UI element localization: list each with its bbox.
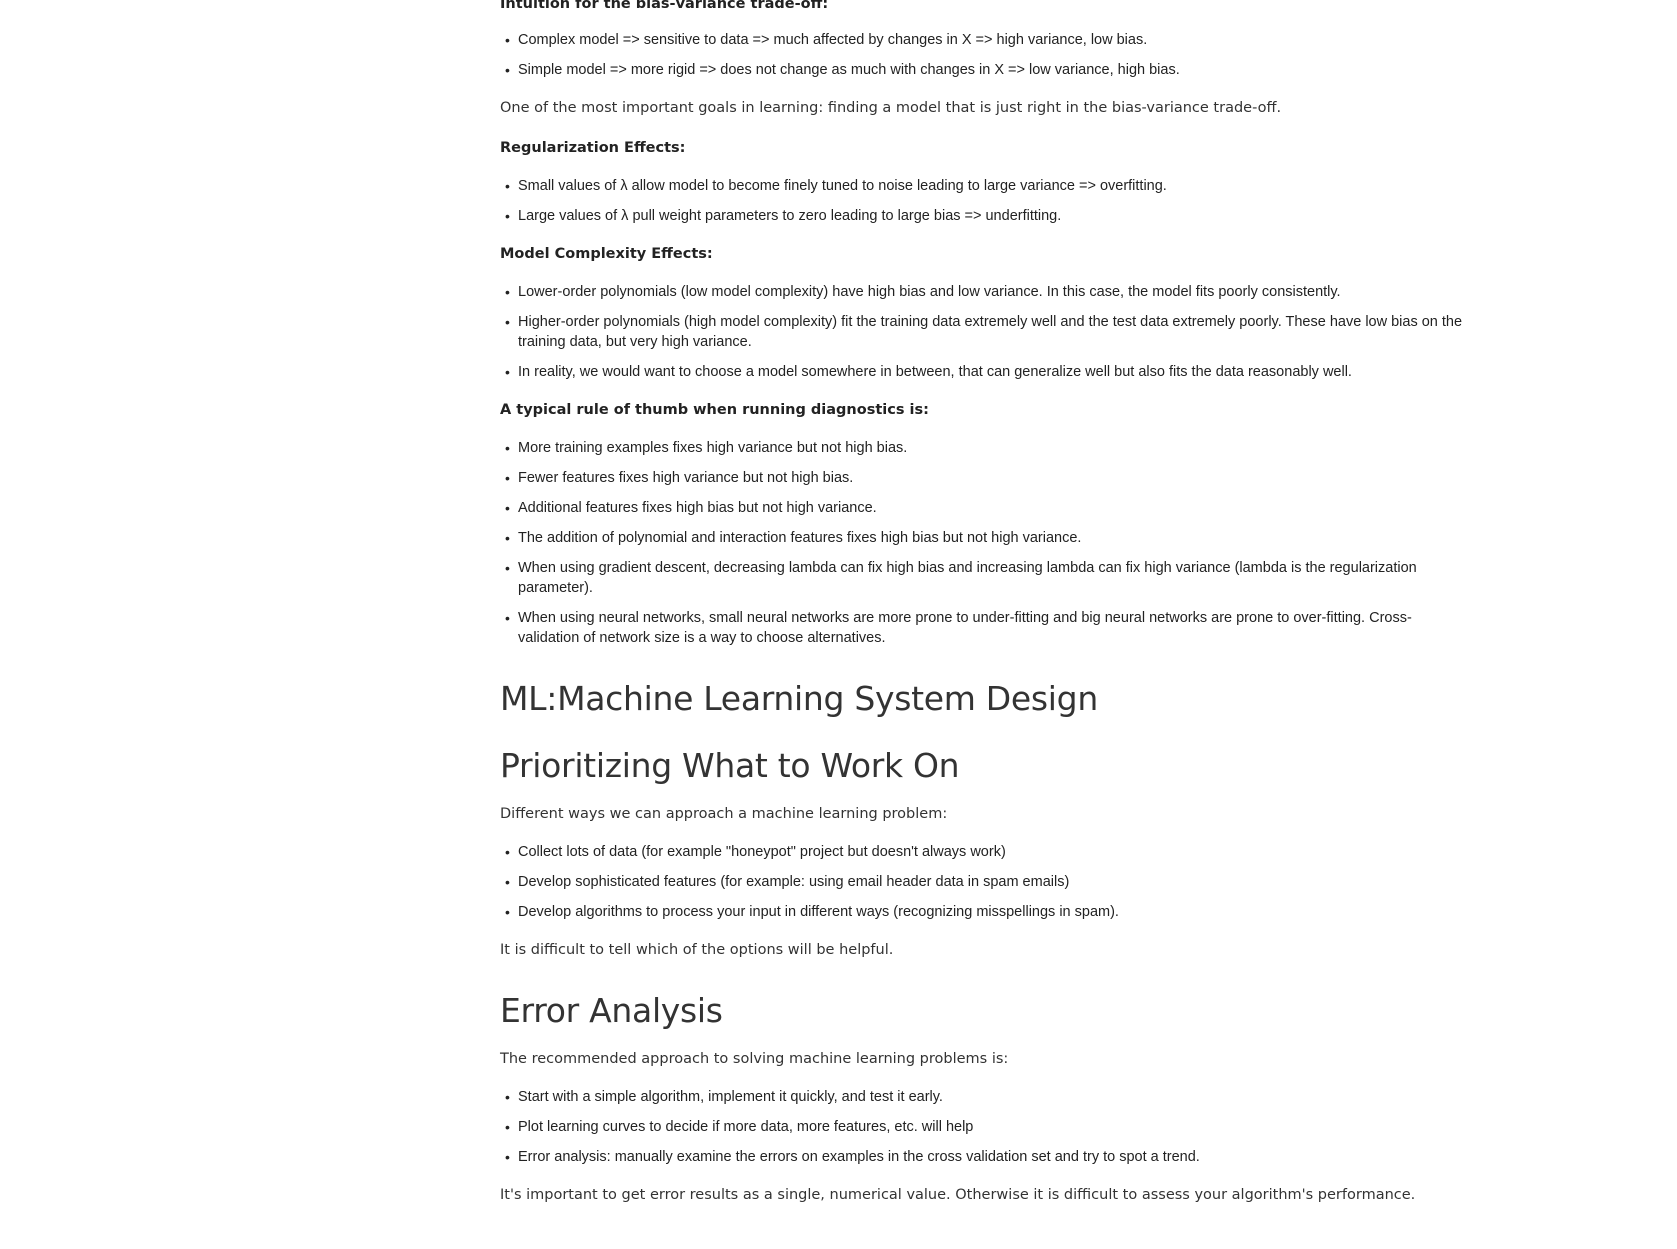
bullet-icon: •	[505, 62, 510, 78]
bullet-icon: •	[505, 1149, 510, 1165]
list-item: • Simple model => more rigid => does not …	[505, 62, 1180, 78]
bias-variance-heading: Intuition for the bias-variance trade-of…	[500, 0, 829, 12]
list-item: • Small values of λ allow model to become…	[505, 178, 1167, 194]
list-item: • Plot learning curves to decide if more …	[505, 1119, 974, 1135]
list-item: • Error analysis: manually examine the er…	[505, 1149, 1200, 1165]
bullet-icon: •	[505, 470, 510, 486]
prioritizing-list: • Collect lots of data (for example "hone…	[500, 842, 1470, 922]
bullet-icon: •	[505, 1089, 510, 1105]
error-analysis-intro: The recommended approach to solving mach…	[500, 1051, 1009, 1067]
prioritizing-note: It is difficult to tell which of the opt…	[500, 942, 894, 958]
bullet-icon: •	[505, 314, 510, 330]
error-analysis-title: Error Analysis	[500, 991, 723, 1030]
list-item: • Collect lots of data (for example "hone…	[505, 844, 1006, 860]
list-item: • Additional features fixes high bias but…	[505, 500, 877, 516]
list-item: • The addition of polynomial and interact…	[505, 530, 1082, 546]
system-design-title: ML:Machine Learning System Design	[500, 679, 1098, 718]
bullet-icon: •	[505, 500, 510, 516]
bullet-icon: •	[505, 32, 510, 48]
article-content: Intuition for the bias-variance trade-of…	[500, 0, 1470, 1207]
error-analysis-list: • Start with a simple algorithm, implemen…	[500, 1087, 1470, 1167]
bias-variance-note: One of the most important goals in learn…	[500, 100, 1282, 116]
list-item: • When using neural networks, small neura…	[505, 610, 1412, 646]
bullet-icon: •	[505, 844, 510, 860]
list-item: • Higher-order polynomials (high model co…	[505, 314, 1463, 350]
prioritizing-title: Prioritizing What to Work On	[500, 746, 960, 785]
list-item: • Develop sophisticated features (for exa…	[505, 874, 1070, 890]
rule-of-thumb-heading: A typical rule of thumb when running dia…	[500, 402, 929, 418]
error-analysis-note: It's important to get error results as a…	[500, 1187, 1416, 1203]
bullet-icon: •	[505, 178, 510, 194]
list-item: • More training examples fixes high varia…	[505, 440, 908, 456]
bullet-icon: •	[505, 530, 510, 546]
bullet-icon: •	[505, 904, 510, 920]
prioritizing-intro: Different ways we can approach a machine…	[500, 806, 948, 822]
regularization-heading: Regularization Effects:	[500, 140, 686, 156]
bullet-icon: •	[505, 440, 510, 456]
bullet-icon: •	[505, 610, 510, 626]
list-item: • In reality, we would want to choose a m…	[505, 364, 1352, 380]
bullet-icon: •	[505, 1119, 510, 1135]
bullet-icon: •	[505, 560, 510, 576]
bullet-icon: •	[505, 364, 510, 380]
bias-variance-list: • Complex model => sensitive to data => m…	[500, 30, 1470, 80]
list-item: • Develop algorithms to process your inpu…	[505, 904, 1119, 920]
complexity-list: • Lower-order polynomials (low model comp…	[500, 282, 1470, 382]
bullet-icon: •	[505, 208, 510, 224]
regularization-list: • Small values of λ allow model to become…	[500, 176, 1470, 226]
rule-of-thumb-list: • More training examples fixes high varia…	[500, 438, 1470, 648]
complexity-heading: Model Complexity Effects:	[500, 246, 713, 262]
bullet-icon: •	[505, 284, 510, 300]
bullet-icon: •	[505, 874, 510, 890]
list-item: • Fewer features fixes high variance but …	[505, 470, 854, 486]
list-item: • Start with a simple algorithm, implemen…	[505, 1089, 943, 1105]
list-item: • When using gradient descent, decreasing…	[505, 560, 1417, 596]
list-item: • Complex model => sensitive to data => m…	[505, 32, 1148, 48]
list-item: • Large values of λ pull weight parameter…	[505, 208, 1062, 224]
list-item: • Lower-order polynomials (low model comp…	[505, 284, 1341, 300]
